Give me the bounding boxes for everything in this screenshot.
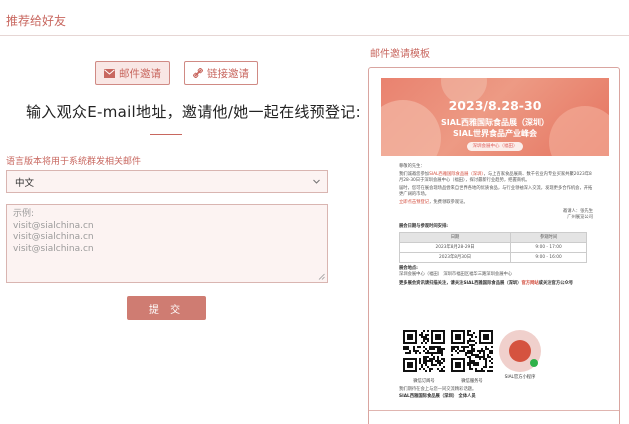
language-selected-value: 中文 [15,177,35,189]
resize-handle-icon[interactable] [318,273,325,280]
email-template-preview[interactable]: 2023/8.28-30 SIAL西雅国际食品展（深圳） SIAL世界食品产业峰… [368,67,620,424]
schedule-cell: 9:00 - 17:00 [510,242,587,253]
qr-item: 微信订阅号 [403,330,445,384]
template-bottom-divider [369,410,619,411]
letter-text: 更多展会资讯请扫描关注，请关注SIAL西雅国际食品展（深圳） [399,281,522,286]
footer-line1: 我们期待在会上与您一同交流精彩话题。 [399,387,477,392]
language-note: 语言版本将用于系统群发相关邮件 [6,157,142,167]
banner-line1: SIAL西雅国际食品展（深圳） [440,118,550,127]
follow-line: 更多展会资讯请扫描关注，请关注SIAL西雅国际食品展（深圳）官方网站或关注官方公… [399,281,593,287]
qr-code-icon [451,330,493,372]
emails-placeholder-line: visit@sialchina.cn [13,243,94,254]
mini-program-code-icon [499,330,541,372]
venue-text: 深圳会展中心（福田） 深圳市福田区福华三路深圳会展中心 [399,272,513,277]
table-row: 2023年8月28-29日 9:00 - 17:00 [398,242,587,253]
mail-icon [104,68,115,78]
tab-email-invite[interactable]: 邮件邀请 [95,61,170,85]
letter-text: 我们诚邀您参加 [399,172,430,177]
letter-para2: 届时，您可在展会现场品尝来自世界各地的优质食品，与行业领袖深入交流，发现更多合作… [399,186,593,197]
tab-email-label: 邮件邀请 [119,67,161,80]
qr-caption: 微信订阅号 [413,379,435,384]
schedule-title: 展会日期与参观时间安排: [399,224,448,229]
letter-highlight: SIAL西雅国际食品展（深圳） [429,172,484,177]
letter-para1: 我们诚邀您参加SIAL西雅国际食品展（深圳），与上百家食品展商、数千名业内专业买… [399,172,593,184]
emails-placeholder-line: visit@sialchina.cn [13,220,94,231]
qr-caption: SIAL官方小程序 [504,375,536,380]
letter-greeting: 尊敬的先生： [399,164,425,169]
qr-code-row: 微信订阅号 微信服务号 SIAL官方小程序 [403,330,541,384]
letter-link-line: 立即点击预登记，免费领取参观证。 [399,200,593,206]
qr-item: SIAL官方小程序 [499,330,541,384]
qr-caption: 微信服务号 [461,379,483,384]
template-letter: 尊敬的先生： 我们诚邀您参加SIAL西雅国际食品展（深圳），与上百家食品展商、数… [398,164,593,289]
mini-program-center [509,340,531,362]
template-title: 邮件邀请模板 [370,49,430,60]
letter-sign2: 广州展览公司 [567,215,593,220]
banner-line2: SIAL世界食品产业峰会 [452,129,538,138]
banner-date: 2023/8.28-30 [448,98,542,113]
footer-line2: SIAL西雅国际食品展（深圳） 全体人员 [399,394,476,399]
invite-friend-page: 推荐给好友 邮件邀请 链接邀请 输入观众E-mail地址，邀请他/她一起在线预登… [0,0,629,424]
tab-link-label: 链接邀请 [207,67,249,80]
official-site-link[interactable]: 官方网站 [521,281,538,286]
qr-item: 微信服务号 [451,330,493,384]
emails-input[interactable]: 示例: visit@sialchina.cn visit@sialchina.c… [6,204,328,283]
invite-method-tabs: 邮件邀请 链接邀请 [95,61,258,85]
language-select[interactable]: 中文 [6,170,328,193]
emails-placeholder-line: 示例: [13,209,35,219]
emails-placeholder-line: visit@sialchina.cn [13,232,94,242]
schedule-cell: 2023年8月28-29日 [398,242,512,253]
schedule-header: 参观时间 [510,232,587,243]
invite-headline: 输入观众E-mail地址，邀请他/她一起在线预登记: [26,103,361,121]
template-footer: 我们期待在会上与您一同交流精彩话题。 SIAL西雅国际食品展（深圳） 全体人员 [399,386,593,400]
register-link[interactable]: 立即点击预登记 [399,200,429,205]
schedule-header: 日期 [398,232,512,243]
headline-underline [150,134,182,135]
template-banner: 2023/8.28-30 SIAL西雅国际食品展（深圳） SIAL世界食品产业峰… [381,78,609,156]
schedule-table: 日期 参观时间 2023年8月28-29日 9:00 - 17:00 2023年… [398,232,587,263]
header-divider [0,35,629,36]
schedule-cell: 9:00 - 16:00 [510,252,587,263]
wechat-badge-icon [530,359,538,367]
letter-text: 或关注官方公众号 [538,281,574,286]
chevron-down-icon [313,179,320,184]
qr-code-icon [403,330,445,372]
banner-venue-pill: 深圳会展中心（福田） [467,142,523,151]
schedule-cell: 2023年8月30日 [398,252,512,263]
tab-link-invite[interactable]: 链接邀请 [184,61,258,85]
table-row: 2023年8月30日 9:00 - 16:00 [398,252,587,263]
link-icon [193,68,203,78]
submit-button[interactable]: 提 交 [127,296,206,320]
page-title: 推荐给好友 [6,14,67,28]
letter-text: ，免费领取参观证。 [429,200,468,205]
